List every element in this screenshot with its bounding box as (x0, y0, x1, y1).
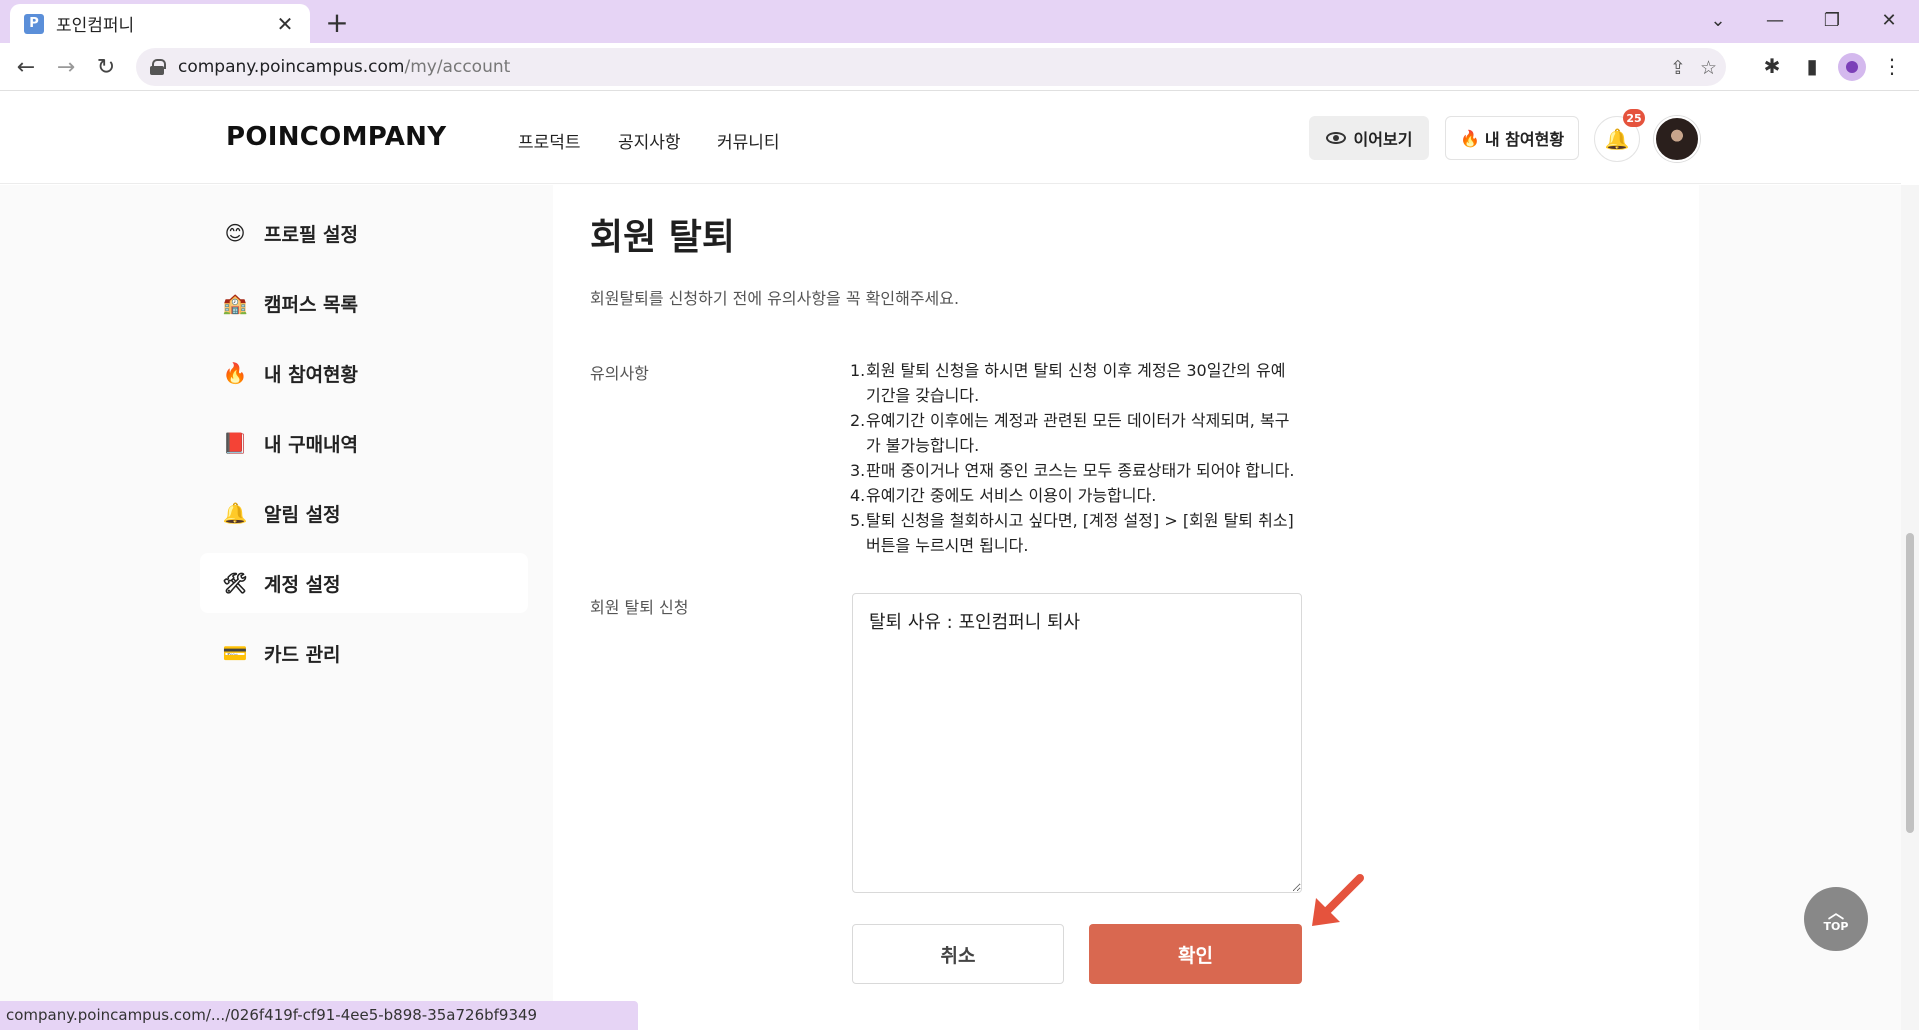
notification-button[interactable]: 🔔 25 (1594, 109, 1645, 162)
back-icon[interactable]: ← (10, 51, 42, 83)
sidebar-item-campus-list[interactable]: 🏫 캠퍼스 목록 (200, 273, 528, 333)
credit-card-icon: 💳 (222, 641, 248, 665)
eye-icon (1325, 132, 1346, 144)
restore-icon[interactable]: ❐ (1804, 0, 1860, 40)
notice-number: 2. (850, 411, 866, 430)
side-panel-icon[interactable]: ▮ (1798, 54, 1826, 78)
fire-icon: 🔥 (1459, 128, 1480, 148)
tools-icon: 🛠 (222, 571, 248, 595)
my-participation-label: 내 참여현황 (1484, 130, 1565, 149)
notice-text: 판매 중이거나 연재 중인 코스는 모두 종료상태가 되어야 합니다. (866, 461, 1295, 480)
continue-watching-label: 이어보기 (1353, 130, 1413, 149)
notice-text: 유예기간 중에도 서비스 이용이 가능합니다. (866, 486, 1157, 505)
notice-number: 5. (850, 511, 866, 530)
nav-notice[interactable]: 공지사항 (618, 128, 681, 153)
browser-toolbar: ← → ↻ company.poincampus.com/my/account … (0, 43, 1919, 91)
notice-number: 4. (850, 486, 866, 505)
share-icon[interactable]: ⇪ (1670, 57, 1686, 79)
withdrawal-apply-label: 회원 탈퇴 신청 (590, 598, 689, 617)
user-avatar[interactable] (1654, 116, 1700, 162)
favicon-icon: P (24, 13, 44, 34)
sidebar-item-label: 프로필 설정 (264, 223, 359, 246)
browser-profile-icon[interactable] (1838, 53, 1866, 81)
sidebar-item-purchases[interactable]: 📕 내 구매내역 (200, 413, 528, 473)
page-description: 회원탈퇴를 신청하기 전에 유의사항을 꼭 확인해주세요. (590, 289, 960, 308)
address-bar[interactable]: company.poincampus.com/my/account ⇪ ☆ (136, 48, 1726, 86)
nav-product[interactable]: 프로덕트 (518, 128, 581, 153)
sidebar-item-label: 캠퍼스 목록 (264, 293, 359, 316)
window-close-icon[interactable]: ✕ (1861, 0, 1917, 40)
scroll-to-top-button[interactable]: ︿ TOP (1804, 887, 1868, 951)
smile-icon: 😊 (224, 221, 246, 245)
bookmark-star-icon[interactable]: ☆ (1700, 57, 1717, 79)
sidebar-item-label: 계정 설정 (264, 573, 341, 596)
url-host: company.poincampus.com (178, 57, 405, 77)
notice-list: 1. 회원 탈퇴 신청을 하시면 탈퇴 신청 이후 계정은 30일간의 유예기간을… (850, 358, 1300, 558)
sidebar-item-account-settings[interactable]: 🛠 계정 설정 (200, 553, 528, 613)
nav-community[interactable]: 커뮤니티 (717, 128, 780, 153)
notice-number: 1. (850, 361, 866, 380)
list-item: 3. 판매 중이거나 연재 중인 코스는 모두 종료상태가 되어야 합니다. (850, 458, 1300, 483)
status-bar-url: company.poincampus.com/.../026f419f-cf91… (0, 1001, 638, 1030)
sidebar-item-label: 내 구매내역 (264, 433, 359, 456)
new-tab-icon[interactable]: + (322, 6, 352, 39)
page-scrollbar[interactable] (1901, 185, 1919, 1030)
extensions-puzzle-icon[interactable]: ✱ (1758, 54, 1786, 78)
sidebar-item-notifications[interactable]: 🔔 알림 설정 (200, 483, 528, 543)
lock-icon (150, 59, 166, 75)
site-header: POINCOMPANY 프로덕트 공지사항 커뮤니티 이어보기 🔥 내 참여현황… (0, 92, 1901, 184)
notice-text: 회원 탈퇴 신청을 하시면 탈퇴 신청 이후 계정은 30일간의 유예기간을 갖… (866, 361, 1286, 405)
minimize-icon[interactable]: — (1747, 0, 1803, 40)
notification-badge: 25 (1623, 109, 1645, 127)
bell-icon: 🔔 (222, 501, 248, 525)
list-item: 1. 회원 탈퇴 신청을 하시면 탈퇴 신청 이후 계정은 30일간의 유예기간을… (850, 358, 1300, 408)
notice-number: 3. (850, 461, 866, 480)
tab-search-chevron-icon[interactable]: ⌄ (1690, 0, 1746, 40)
tab-title: 포인컴퍼니 (56, 16, 135, 36)
notice-text: 탈퇴 신청을 철회하시고 싶다면, [계정 설정] > [회원 탈퇴 취소] 버… (866, 511, 1294, 555)
sidebar-item-label: 알림 설정 (264, 503, 341, 526)
url-path: /my/account (404, 57, 511, 77)
fire-icon: 🔥 (222, 361, 248, 385)
list-item: 2. 유예기간 이후에는 계정과 관련된 모든 데이터가 삭제되며, 복구가 불가… (850, 408, 1300, 458)
reload-icon[interactable]: ↻ (90, 51, 122, 83)
confirm-button[interactable]: 확인 (1089, 924, 1302, 984)
chevron-up-icon: ︿ (1827, 902, 1844, 922)
scrollbar-thumb[interactable] (1906, 533, 1914, 833)
page-title: 회원 탈퇴 (590, 217, 736, 258)
school-icon: 🏫 (222, 291, 248, 315)
notice-text: 유예기간 이후에는 계정과 관련된 모든 데이터가 삭제되며, 복구가 불가능합… (866, 411, 1290, 455)
continue-watching-button[interactable]: 이어보기 (1309, 116, 1429, 160)
cancel-button[interactable]: 취소 (852, 924, 1064, 984)
book-icon: 📕 (222, 431, 248, 455)
sidebar-item-label: 내 참여현황 (264, 363, 359, 386)
sidebar-item-label: 카드 관리 (264, 643, 341, 666)
list-item: 4. 유예기간 중에도 서비스 이용이 가능합니다. (850, 483, 1300, 508)
browser-tabbar: P 포인컴퍼니 ✕ + ⌄ — ❐ ✕ (0, 0, 1919, 43)
my-participation-button[interactable]: 🔥 내 참여현황 (1445, 116, 1579, 160)
annotation-arrow-icon (1312, 874, 1364, 926)
top-label: TOP (1823, 919, 1849, 933)
bell-icon: 🔔 (1604, 127, 1630, 151)
browser-tab[interactable]: P 포인컴퍼니 ✕ (10, 4, 310, 43)
notice-label: 유의사항 (590, 364, 649, 383)
list-item: 5. 탈퇴 신청을 철회하시고 싶다면, [계정 설정] > [회원 탈퇴 취소]… (850, 508, 1300, 558)
sidebar-item-participation[interactable]: 🔥 내 참여현황 (200, 343, 528, 403)
sidebar-item-profile[interactable]: 😊 프로필 설정 (200, 203, 528, 263)
site-logo[interactable]: POINCOMPANY (226, 122, 446, 152)
sidebar-item-card-management[interactable]: 💳 카드 관리 (200, 623, 528, 683)
browser-menu-icon[interactable]: ⋮ (1878, 54, 1906, 78)
close-tab-icon[interactable]: ✕ (274, 12, 296, 36)
withdrawal-reason-input[interactable]: 탈퇴 사유 : 포인컴퍼니 퇴사 (852, 593, 1302, 893)
forward-icon[interactable]: → (50, 51, 82, 83)
